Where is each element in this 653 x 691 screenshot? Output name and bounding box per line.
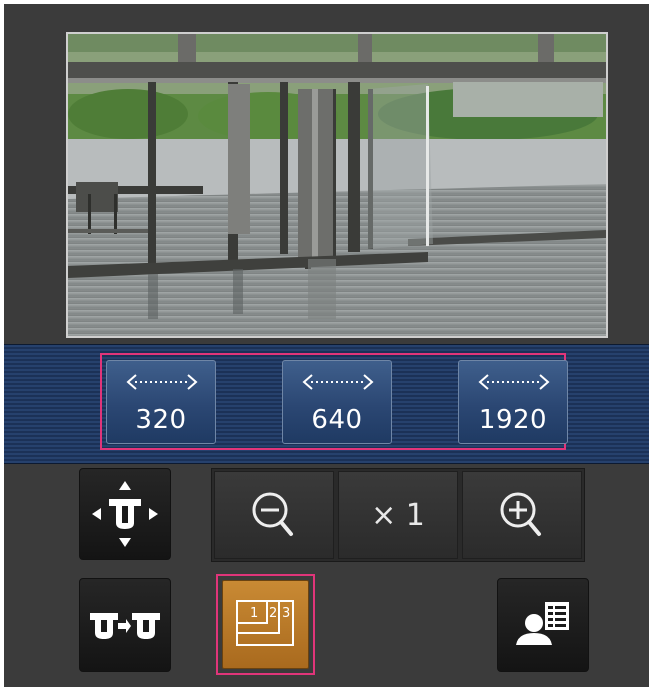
multi-screen-layout-icon: 1 2 3: [236, 600, 294, 646]
resolution-selection-frame: 320 640 1920: [100, 353, 568, 450]
layout-pane-number: 2: [269, 606, 277, 621]
zoom-in-button[interactable]: [462, 471, 582, 559]
camera-live-image[interactable]: [66, 32, 608, 338]
camera-viewer-screen: 320 640 1920 × 1 1 2 3: [4, 4, 649, 687]
left-right-arrow-icon: [478, 374, 550, 390]
resolution-1920-button[interactable]: 1920: [458, 360, 568, 444]
camera-switch-button[interactable]: [79, 578, 171, 672]
zoom-level-label: × 1: [371, 498, 425, 533]
zoom-level-display: × 1: [338, 471, 458, 559]
pan-tilt-button[interactable]: [79, 468, 171, 560]
multi-screen-button[interactable]: 1 2 3: [222, 580, 309, 669]
resolution-label: 320: [135, 405, 187, 435]
zoom-out-button[interactable]: [214, 471, 334, 559]
camera-switch-icon: [90, 613, 160, 639]
layout-pane-number: 3: [282, 606, 290, 621]
resolution-640-button[interactable]: 640: [282, 360, 392, 444]
left-right-arrow-icon: [302, 374, 374, 390]
zoom-control-group: × 1: [211, 468, 585, 562]
layout-pane-number: 1: [250, 606, 258, 621]
resolution-bar: 320 640 1920: [4, 344, 649, 464]
zoom-out-icon: [252, 492, 293, 536]
left-right-arrow-icon: [126, 374, 198, 390]
zoom-in-icon: [500, 492, 541, 536]
resolution-320-button[interactable]: 320: [106, 360, 216, 444]
pan-tilt-control-icon: [92, 481, 158, 547]
resolution-label: 1920: [478, 405, 548, 435]
user-list-button[interactable]: [497, 578, 589, 672]
camera-scene: [68, 34, 606, 336]
user-list-icon: [516, 602, 569, 645]
resolution-label: 640: [311, 405, 363, 435]
layout-selection-frame: 1 2 3: [216, 574, 315, 675]
